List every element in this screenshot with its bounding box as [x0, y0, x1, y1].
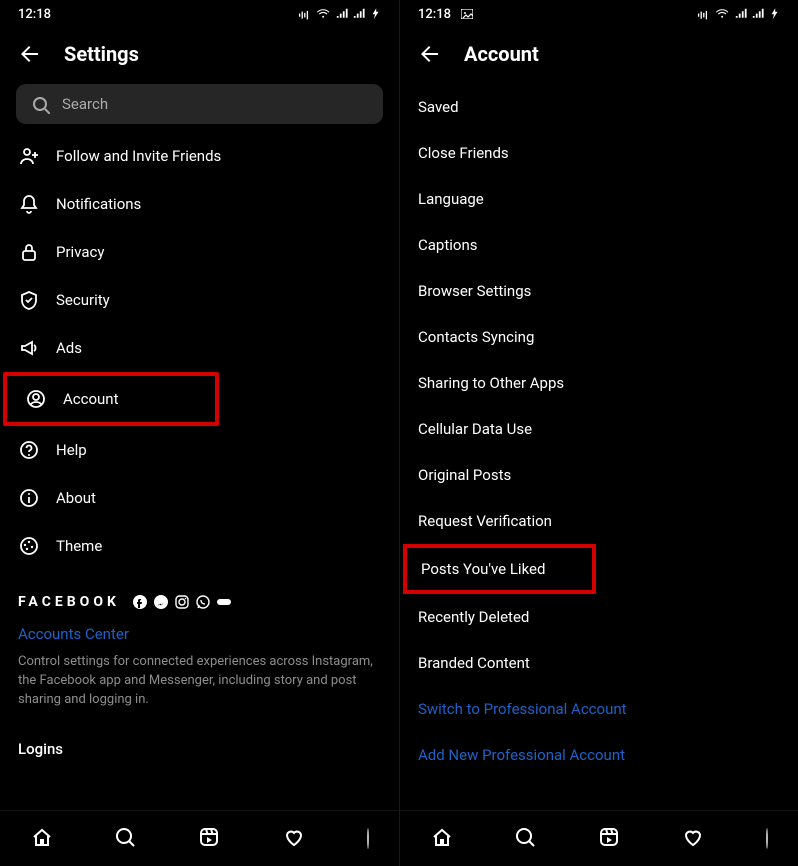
info-icon — [18, 487, 40, 509]
oculus-icon — [216, 594, 232, 610]
row-request-verification[interactable]: Request Verification — [400, 498, 798, 544]
wifi-icon — [316, 7, 332, 21]
row-about[interactable]: About — [0, 474, 399, 522]
nav-activity[interactable] — [283, 826, 307, 852]
header-bar: Settings — [0, 28, 399, 84]
row-label: Security — [56, 291, 381, 309]
facebook-section: FACEBOOK — [0, 570, 399, 610]
messenger-icon — [153, 594, 169, 610]
row-label: Help — [56, 441, 381, 459]
row-security[interactable]: Security — [0, 276, 399, 324]
vibrate-icon — [696, 7, 712, 21]
signal-icon — [352, 7, 366, 21]
accounts-center-link[interactable]: Accounts Center — [18, 625, 129, 643]
bell-icon — [18, 193, 40, 215]
whatsapp-icon — [195, 594, 211, 610]
avatar-icon — [367, 828, 369, 849]
instagram-icon — [174, 594, 190, 610]
search-input[interactable]: Search — [16, 84, 383, 124]
status-time: 12:18 — [18, 7, 51, 22]
row-label: Ads — [56, 339, 381, 357]
bottom-nav — [0, 810, 399, 866]
row-saved[interactable]: Saved — [400, 84, 798, 130]
palette-icon — [18, 535, 40, 557]
row-notifications[interactable]: Notifications — [0, 180, 399, 228]
status-bar: 12:18 — [0, 0, 399, 28]
nav-reels[interactable] — [598, 826, 622, 852]
row-branded-content[interactable]: Branded Content — [400, 640, 798, 686]
signal-icon — [751, 7, 765, 21]
account-screen: 12:18 Account Saved Close Friends Langua… — [399, 0, 798, 866]
row-recently-deleted[interactable]: Recently Deleted — [400, 594, 798, 640]
row-close-friends[interactable]: Close Friends — [400, 130, 798, 176]
logins-heading: Logins — [0, 710, 399, 768]
facebook-icon — [132, 594, 148, 610]
link-switch-professional[interactable]: Switch to Professional Account — [400, 686, 798, 732]
back-button[interactable] — [418, 42, 442, 66]
row-browser-settings[interactable]: Browser Settings — [400, 268, 798, 314]
nav-profile[interactable] — [766, 829, 768, 848]
accounts-center-description: Control settings for connected experienc… — [0, 643, 399, 710]
row-sharing-apps[interactable]: Sharing to Other Apps — [400, 360, 798, 406]
page-title: Settings — [64, 42, 139, 66]
nav-home[interactable] — [430, 826, 454, 852]
row-label: Notifications — [56, 195, 381, 213]
nav-search[interactable] — [514, 826, 538, 852]
row-language[interactable]: Language — [400, 176, 798, 222]
row-ads[interactable]: Ads — [0, 324, 399, 372]
row-account[interactable]: Account — [3, 372, 219, 426]
settings-screen: 12:18 Settings Search Follow and Invite … — [0, 0, 399, 866]
nav-reels[interactable] — [198, 826, 222, 852]
bottom-nav — [400, 810, 798, 866]
settings-list: Follow and Invite Friends Notifications … — [0, 132, 399, 810]
status-time: 12:18 — [418, 7, 451, 22]
charging-icon — [768, 7, 780, 21]
nav-activity[interactable] — [682, 826, 706, 852]
nav-profile[interactable] — [367, 829, 369, 848]
charging-icon — [369, 7, 381, 21]
status-bar: 12:18 — [400, 0, 798, 28]
search-placeholder: Search — [62, 95, 108, 113]
row-privacy[interactable]: Privacy — [0, 228, 399, 276]
wifi-icon — [715, 7, 731, 21]
search-icon — [30, 94, 50, 114]
image-icon — [461, 9, 473, 19]
status-icons — [696, 7, 780, 21]
back-button[interactable] — [18, 42, 42, 66]
megaphone-icon — [18, 337, 40, 359]
row-cellular-data[interactable]: Cellular Data Use — [400, 406, 798, 452]
row-posts-liked[interactable]: Posts You've Liked — [403, 544, 596, 594]
nav-search[interactable] — [114, 826, 138, 852]
row-label: Follow and Invite Friends — [56, 147, 381, 165]
vibrate-icon — [297, 7, 313, 21]
row-label: Theme — [56, 537, 381, 555]
row-help[interactable]: Help — [0, 426, 399, 474]
signal-icon — [335, 7, 349, 21]
avatar-icon — [766, 828, 768, 849]
person-plus-icon — [18, 145, 40, 167]
page-title: Account — [464, 42, 539, 66]
row-follow-invite[interactable]: Follow and Invite Friends — [0, 132, 399, 180]
row-theme[interactable]: Theme — [0, 522, 399, 570]
facebook-app-icons — [132, 594, 232, 610]
help-icon — [18, 439, 40, 461]
nav-home[interactable] — [30, 826, 54, 852]
facebook-word: FACEBOOK — [18, 594, 120, 610]
row-label: About — [56, 489, 381, 507]
status-icons — [297, 7, 381, 21]
row-label: Privacy — [56, 243, 381, 261]
lock-icon — [18, 241, 40, 263]
link-add-professional[interactable]: Add New Professional Account — [400, 732, 798, 778]
account-icon — [25, 388, 47, 410]
account-list: Saved Close Friends Language Captions Br… — [400, 84, 798, 810]
row-contacts-syncing[interactable]: Contacts Syncing — [400, 314, 798, 360]
header-bar: Account — [400, 28, 798, 84]
row-original-posts[interactable]: Original Posts — [400, 452, 798, 498]
row-label: Account — [63, 390, 197, 408]
signal-icon — [734, 7, 748, 21]
row-captions[interactable]: Captions — [400, 222, 798, 268]
shield-icon — [18, 289, 40, 311]
